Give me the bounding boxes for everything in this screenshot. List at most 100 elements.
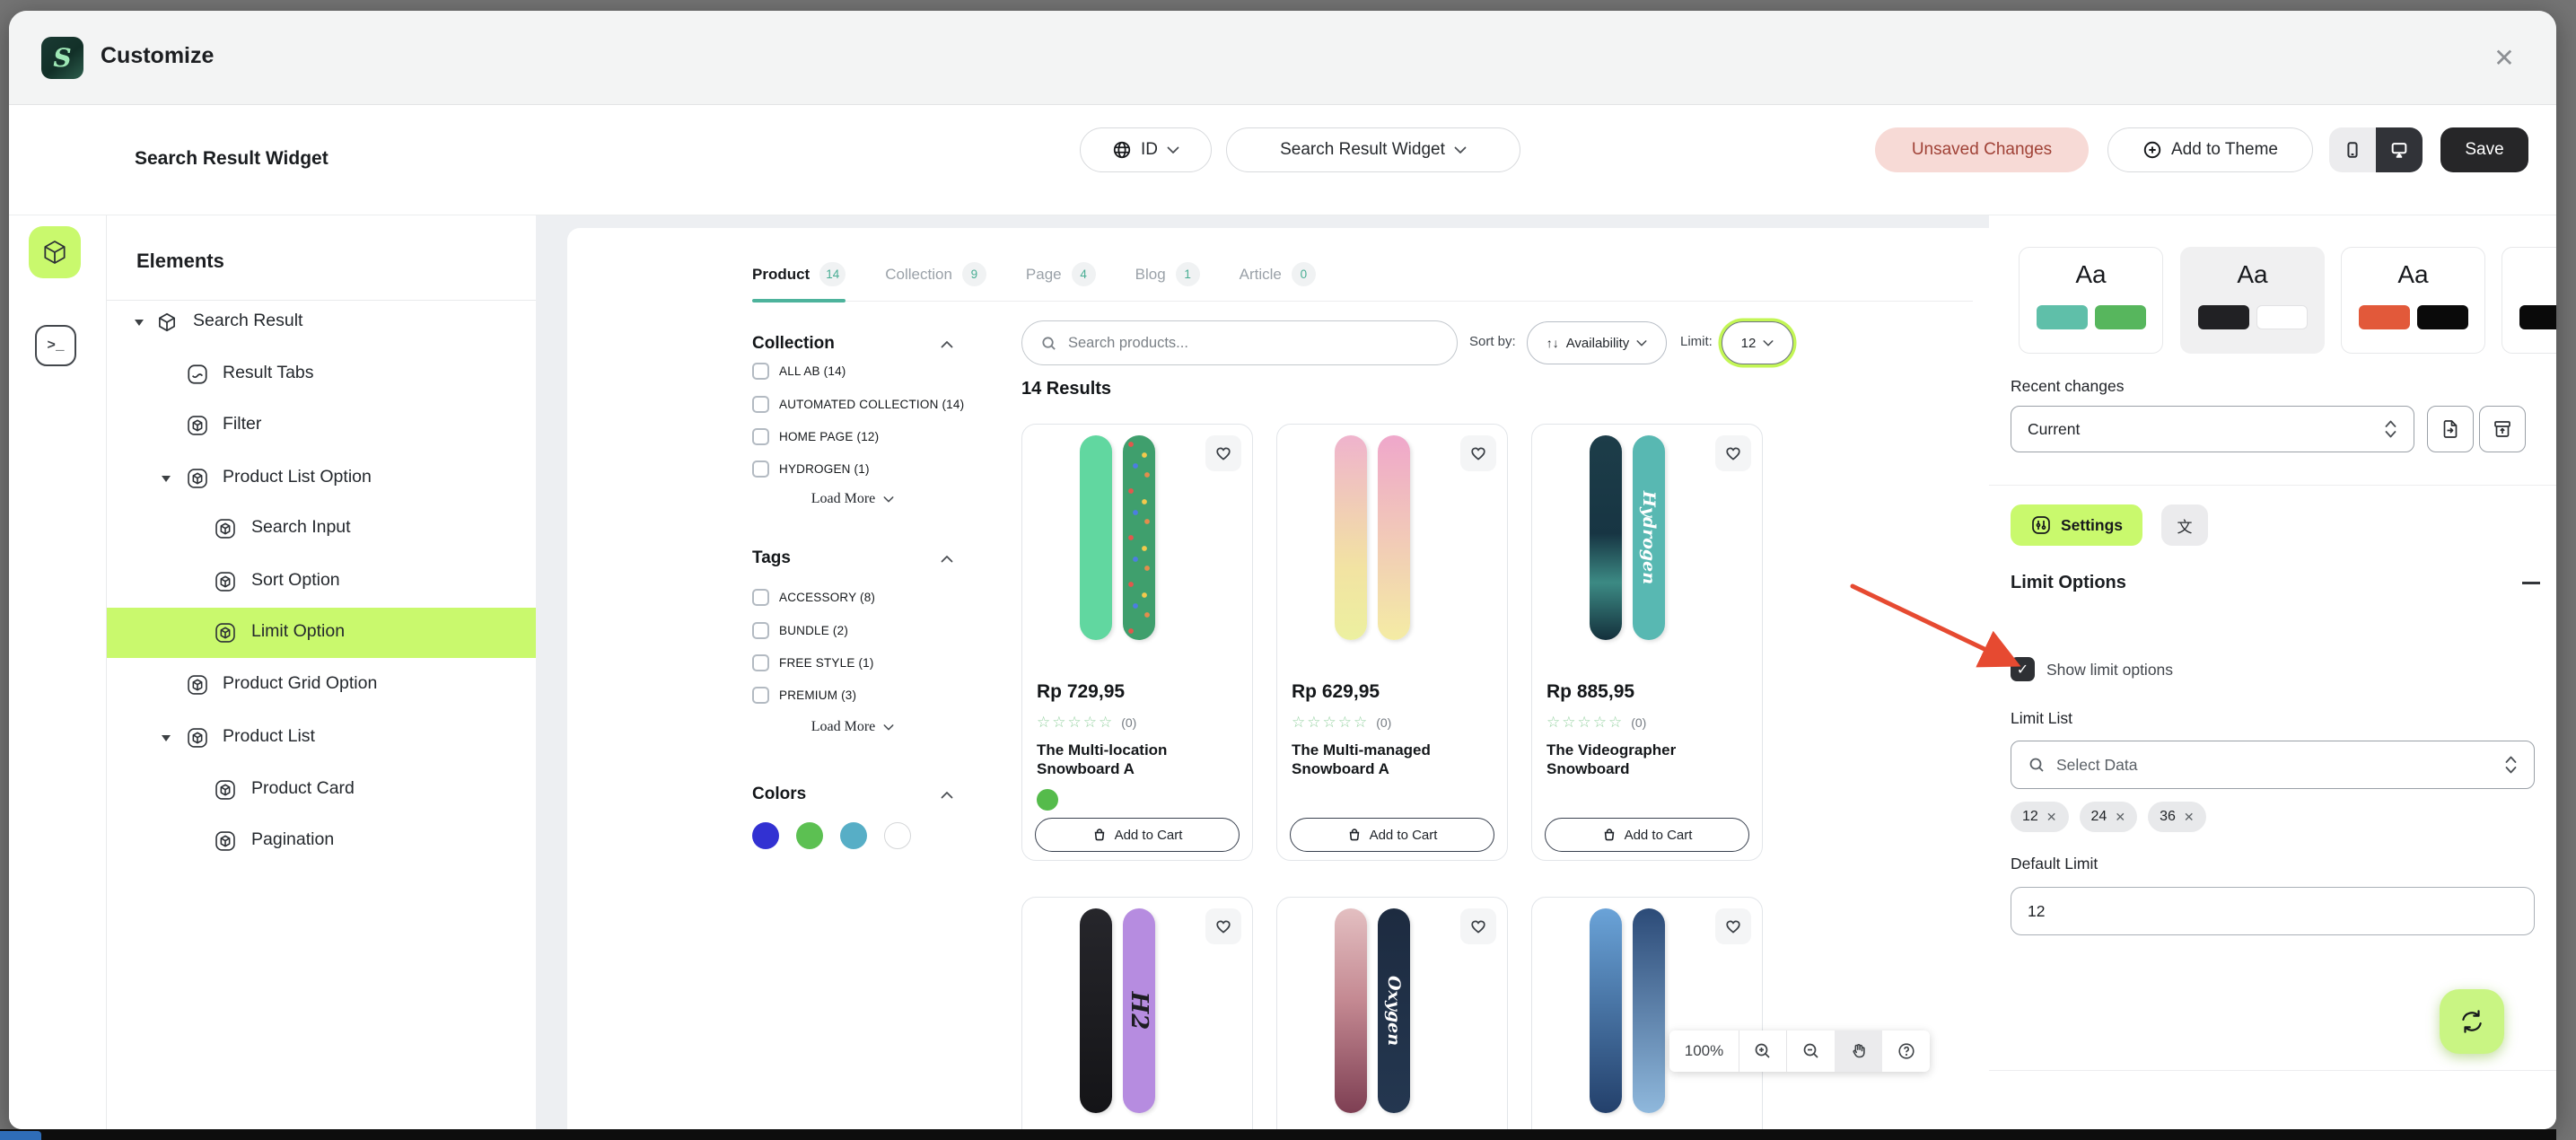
close-icon[interactable]: ✕ — [2483, 36, 2526, 79]
checkbox[interactable] — [752, 396, 769, 413]
filter-checkbox-row[interactable]: FREE STYLE (1) — [752, 654, 874, 671]
sidebar-item-product-grid-option[interactable]: Product Grid Option — [107, 660, 536, 710]
chip-remove-icon[interactable]: ✕ — [2046, 810, 2057, 825]
filter-colors-header[interactable]: Colors — [752, 785, 953, 804]
sidebar-item-product-list-option[interactable]: Product List Option — [107, 453, 536, 504]
color-swatch-blue[interactable] — [752, 822, 779, 849]
caret-down-icon[interactable] — [162, 735, 171, 741]
elements-rail-button[interactable] — [29, 226, 81, 278]
filter-checkbox-row[interactable]: AUTOMATED COLLECTION (14) — [752, 396, 964, 413]
sidebar-item-sort-option[interactable]: Sort Option — [107, 557, 536, 607]
product-card[interactable] — [1531, 897, 1763, 1129]
pan-hand-button[interactable] — [1835, 1030, 1882, 1072]
sidebar-item-search-input[interactable]: Search Input — [107, 504, 536, 554]
zoom-in-button[interactable] — [1739, 1030, 1787, 1072]
theme-style-card-3[interactable]: Aa — [2341, 247, 2485, 354]
product-title[interactable]: The Multi-location Snowboard A — [1037, 741, 1221, 778]
checkbox[interactable] — [752, 363, 769, 380]
wishlist-button[interactable] — [1715, 435, 1751, 471]
filter-checkbox-row[interactable]: ACCESSORY (8) — [752, 589, 875, 606]
wishlist-button[interactable] — [1205, 435, 1241, 471]
sidebar-item-limit-option[interactable]: Limit Option — [107, 608, 536, 658]
load-more-collections[interactable]: Load More — [752, 491, 953, 507]
locale-dropdown[interactable]: ID — [1080, 127, 1212, 172]
tab-article[interactable]: Article0 — [1240, 248, 1316, 302]
wishlist-button[interactable] — [1715, 908, 1751, 944]
add-to-theme-button[interactable]: Add to Theme — [2107, 127, 2313, 172]
color-swatch-teal[interactable] — [840, 822, 867, 849]
sort-dropdown[interactable]: ↑↓ Availability — [1527, 321, 1667, 364]
checkbox[interactable] — [752, 589, 769, 606]
filter-checkbox-row[interactable]: ALL AB (14) — [752, 363, 846, 380]
tab-collection[interactable]: Collection9 — [885, 248, 986, 302]
chip-remove-icon[interactable]: ✕ — [2184, 810, 2195, 825]
limit-chip-36[interactable]: 36✕ — [2148, 802, 2206, 832]
checkbox[interactable] — [752, 654, 769, 671]
tab-page[interactable]: Page4 — [1026, 248, 1096, 302]
default-limit-input[interactable] — [2011, 887, 2535, 935]
checkbox[interactable] — [752, 622, 769, 639]
tab-localization[interactable]: 文 — [2161, 504, 2208, 546]
wishlist-button[interactable] — [1205, 908, 1241, 944]
filter-checkbox-row[interactable]: HYDROGEN (1) — [752, 460, 870, 478]
add-to-cart-button[interactable]: Add to Cart — [1545, 818, 1749, 852]
show-limit-checkbox[interactable]: ✓ — [2011, 657, 2035, 681]
caret-down-icon[interactable] — [162, 476, 171, 482]
product-title[interactable]: The Multi-managed Snowboard A — [1292, 741, 1476, 778]
product-card[interactable]: H2 — [1021, 897, 1253, 1129]
product-title[interactable]: The Videographer Snowboard — [1546, 741, 1730, 778]
checkbox[interactable] — [752, 460, 769, 478]
import-version-button[interactable] — [2427, 406, 2474, 452]
theme-style-card-2[interactable]: Aa — [2180, 247, 2325, 354]
sidebar-item-result-tabs[interactable]: Result Tabs — [107, 349, 536, 399]
limit-chip-24[interactable]: 24✕ — [2080, 802, 2138, 832]
wishlist-button[interactable] — [1460, 435, 1496, 471]
collapse-section-icon[interactable] — [2522, 582, 2540, 584]
product-card[interactable]: Oxygen — [1276, 897, 1508, 1129]
checkbox[interactable] — [752, 428, 769, 445]
product-card[interactable]: Hydrogen Rp 885,95 ☆☆☆☆☆(0) The Videogra… — [1531, 424, 1763, 861]
theme-style-card-1[interactable]: Aa — [2019, 247, 2163, 354]
theme-style-card-4[interactable]: Aa — [2502, 247, 2556, 354]
sidebar-item-pagination[interactable]: Pagination — [107, 816, 536, 866]
filter-checkbox-row[interactable]: BUNDLE (2) — [752, 622, 848, 639]
tab-settings[interactable]: Settings — [2011, 504, 2142, 546]
zoom-out-button[interactable] — [1787, 1030, 1835, 1072]
variant-swatch-green[interactable] — [1037, 789, 1058, 811]
sidebar-item-product-list[interactable]: Product List — [107, 713, 536, 763]
sidebar-item-product-card[interactable]: Product Card — [107, 765, 536, 815]
product-card[interactable]: Rp 629,95 ☆☆☆☆☆(0) The Multi-managed Sno… — [1276, 424, 1508, 861]
recent-changes-select[interactable]: Current — [2011, 406, 2414, 452]
save-button[interactable]: Save — [2440, 127, 2528, 172]
load-more-tags[interactable]: Load More — [752, 719, 953, 735]
wishlist-button[interactable] — [1460, 908, 1496, 944]
sync-button[interactable] — [2440, 989, 2504, 1054]
add-to-cart-button[interactable]: Add to Cart — [1290, 818, 1494, 852]
caret-down-icon[interactable] — [135, 320, 144, 326]
limit-list-select[interactable]: Select Data — [2011, 741, 2535, 789]
sidebar-item-search-result[interactable]: Search Result — [107, 297, 536, 347]
chip-remove-icon[interactable]: ✕ — [2115, 810, 2125, 825]
archive-version-button[interactable] — [2479, 406, 2526, 452]
desktop-view-button[interactable] — [2376, 127, 2423, 172]
tab-product[interactable]: Product14 — [752, 248, 846, 302]
limit-chip-12[interactable]: 12✕ — [2011, 802, 2069, 832]
filter-checkbox-row[interactable]: PREMIUM (3) — [752, 687, 856, 704]
filter-checkbox-row[interactable]: HOME PAGE (12) — [752, 428, 879, 445]
product-card[interactable]: Rp 729,95 ☆☆☆☆☆(0) The Multi-location Sn… — [1021, 424, 1253, 861]
mobile-view-button[interactable] — [2329, 127, 2376, 172]
search-input[interactable]: Search products... — [1021, 320, 1458, 365]
color-swatch-white[interactable] — [884, 822, 911, 849]
widget-dropdown[interactable]: Search Result Widget — [1226, 127, 1520, 172]
tab-blog[interactable]: Blog1 — [1135, 248, 1200, 302]
device-toggle[interactable] — [2329, 127, 2423, 172]
terminal-icon[interactable]: >_ — [35, 325, 76, 366]
add-to-cart-button[interactable]: Add to Cart — [1035, 818, 1240, 852]
color-swatch-green[interactable] — [796, 822, 823, 849]
checkbox[interactable] — [752, 687, 769, 704]
filter-collection-header[interactable]: Collection — [752, 334, 953, 354]
help-button[interactable] — [1882, 1030, 1930, 1072]
filter-tags-header[interactable]: Tags — [752, 548, 953, 568]
sidebar-item-filter[interactable]: Filter — [107, 400, 536, 451]
limit-dropdown-selected[interactable]: 12 — [1722, 321, 1793, 364]
